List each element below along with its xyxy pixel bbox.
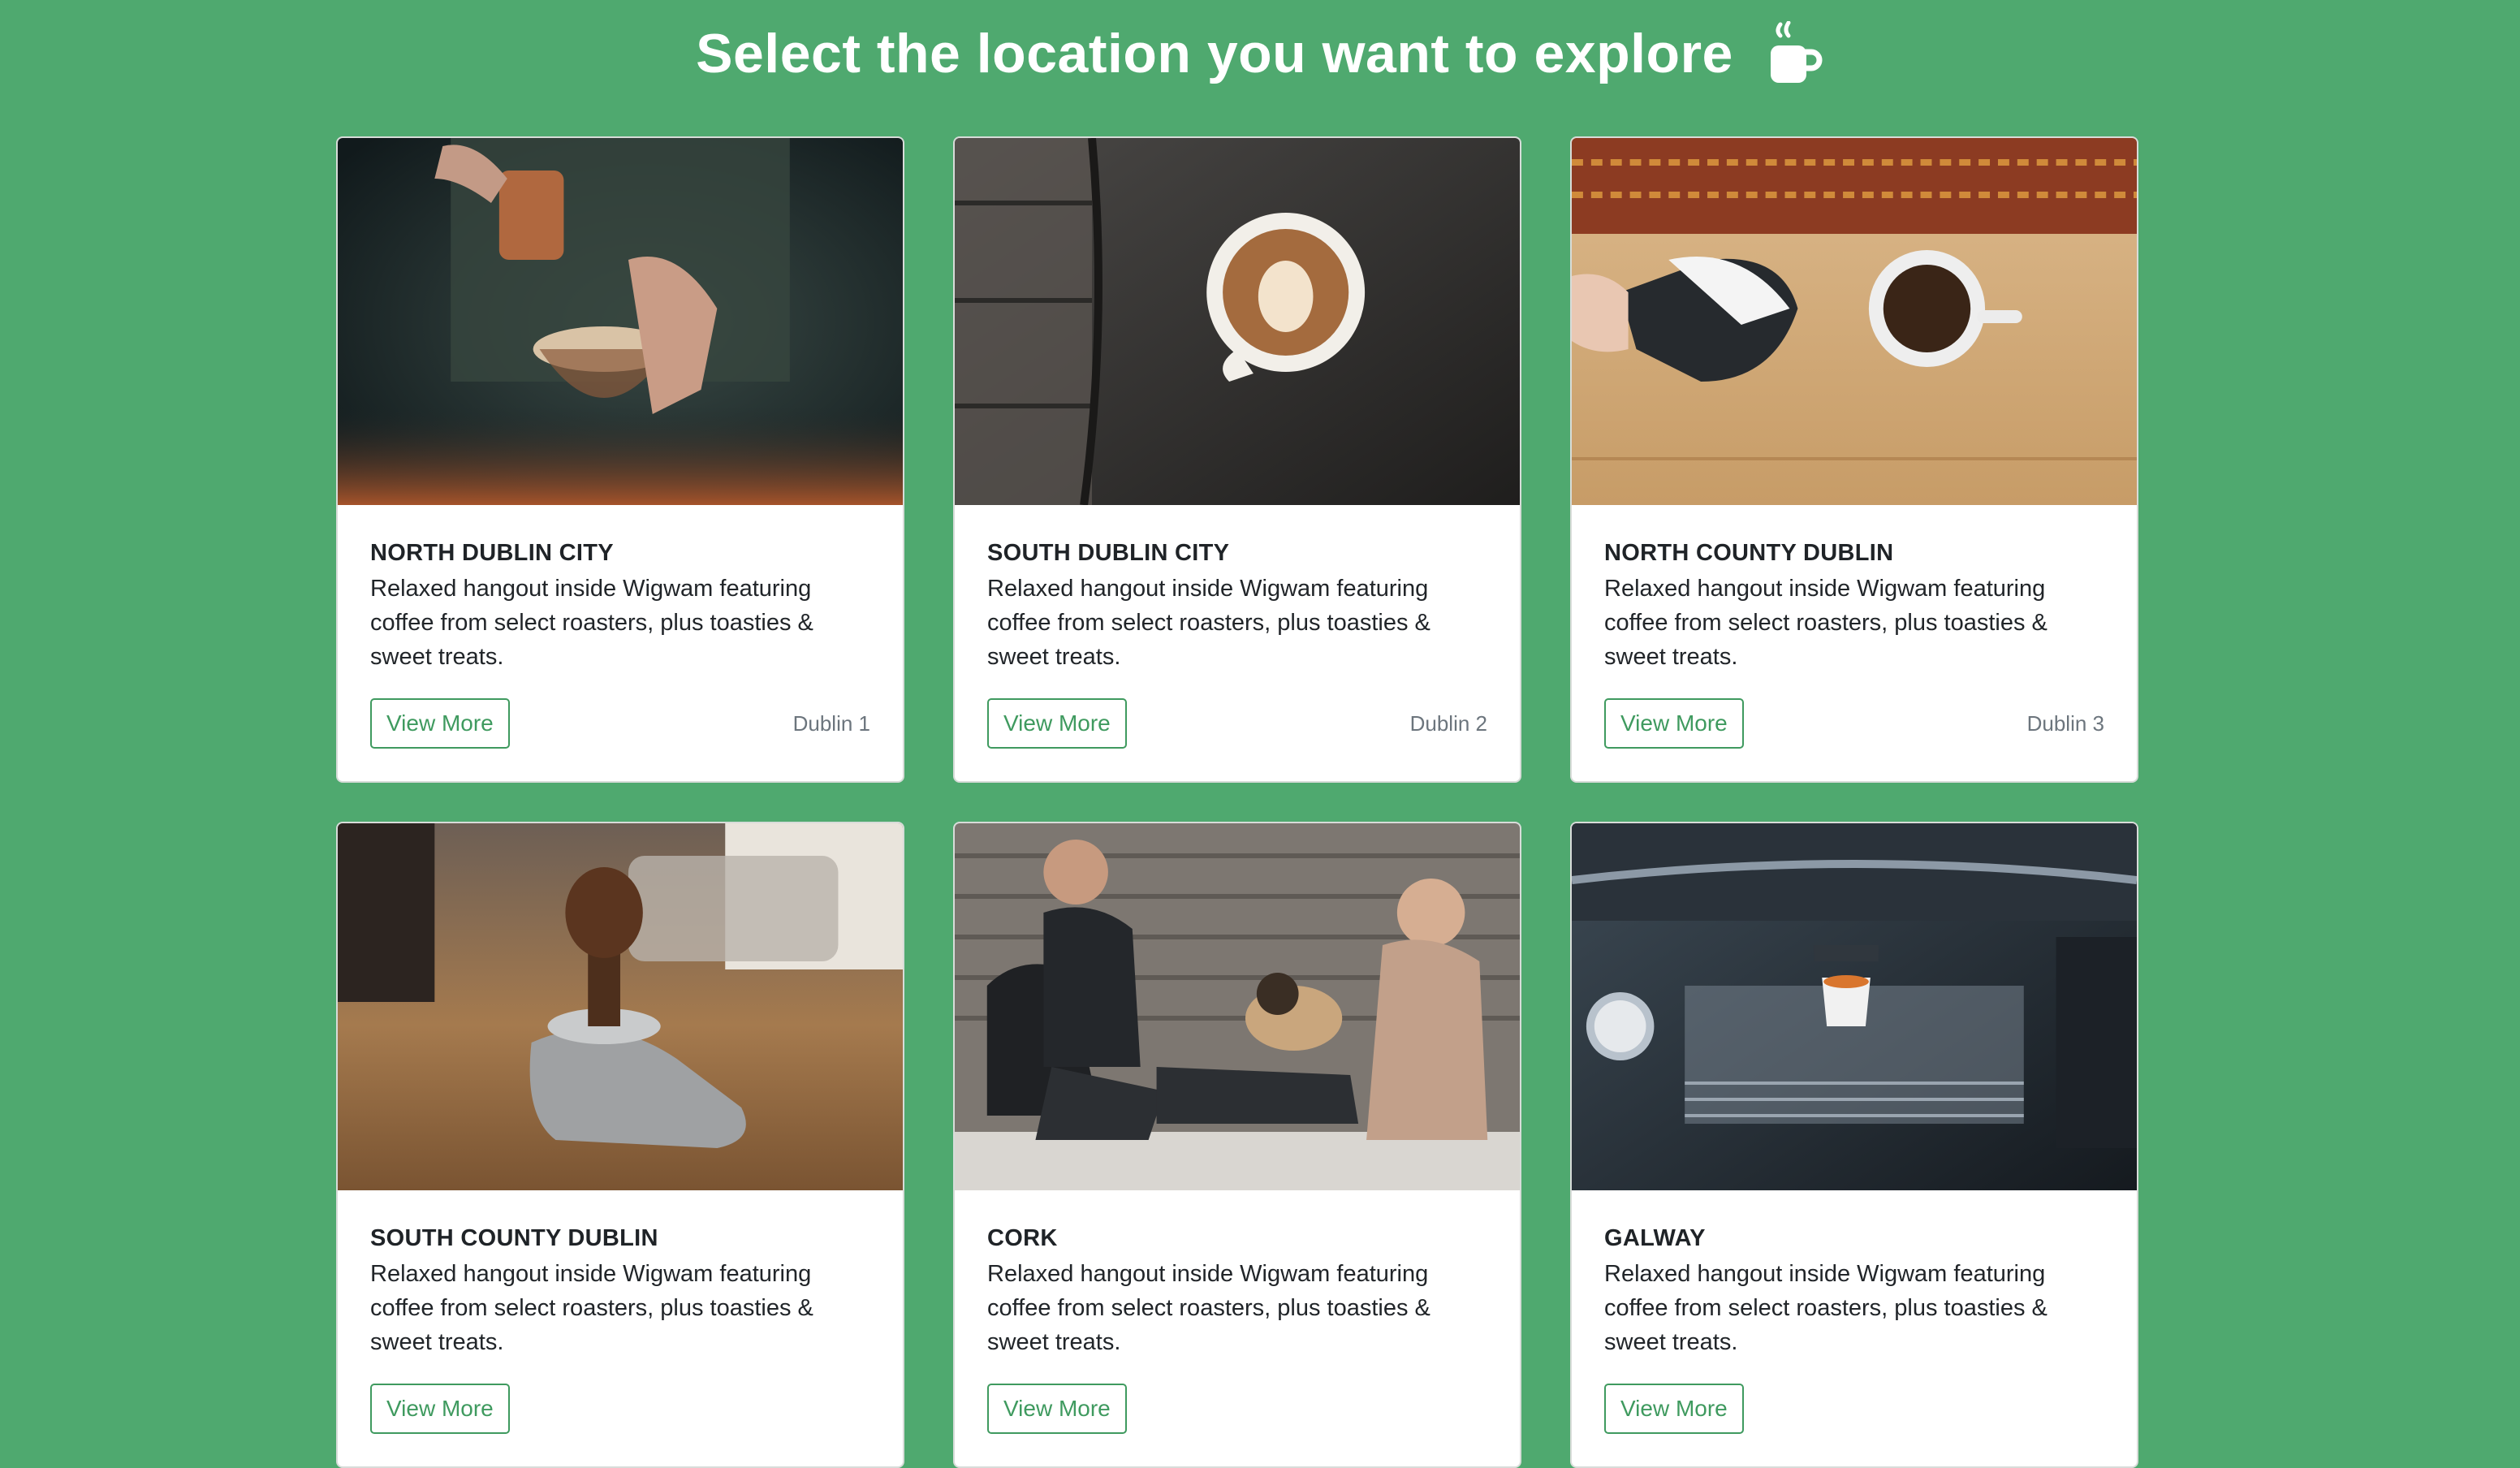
card-description: Relaxed hangout inside Wigwam featuring … [370, 1261, 813, 1355]
card-title: NORTH DUBLIN CITY [370, 540, 614, 566]
barista-pour-over-photo [338, 138, 903, 505]
latte-art-on-wood-photo [955, 138, 1520, 505]
view-more-button[interactable]: View More [987, 698, 1127, 749]
location-card-galway: GALWAY Relaxed hangout inside Wigwam fea… [1570, 822, 2138, 1468]
page-header: Select the location you want to explore [0, 15, 2520, 93]
location-grid: NORTH DUBLIN CITY Relaxed hangout inside… [336, 136, 2138, 1468]
card-description: Relaxed hangout inside Wigwam featuring … [987, 576, 1430, 670]
card-footer: View More Dublin 1 [370, 698, 870, 749]
postcode-label: Dublin 2 [1409, 710, 1487, 736]
coffee-tamper-photo [338, 823, 903, 1190]
location-card-north-county-dublin: NORTH COUNTY DUBLIN Relaxed hangout insi… [1570, 136, 2138, 783]
milk-pouring-photo [1572, 138, 2137, 505]
postcode-label: Dublin 1 [792, 710, 870, 736]
location-card-south-dublin-city: SOUTH DUBLIN CITY Relaxed hangout inside… [953, 136, 1521, 783]
card-footer: View More [1604, 1384, 2104, 1434]
card-footer: View More [370, 1384, 870, 1434]
card-title: GALWAY [1604, 1225, 1706, 1251]
card-footer: View More Dublin 2 [987, 698, 1487, 749]
card-title: NORTH COUNTY DUBLIN [1604, 540, 1894, 566]
card-title: SOUTH DUBLIN CITY [987, 540, 1230, 566]
page-title: Select the location you want to explore [696, 23, 1733, 84]
location-card-cork: CORK Relaxed hangout inside Wigwam featu… [953, 822, 1521, 1468]
postcode-label: Dublin 3 [2026, 710, 2104, 736]
view-more-button[interactable]: View More [1604, 698, 1744, 749]
card-description: Relaxed hangout inside Wigwam featuring … [1604, 1261, 2048, 1355]
card-description: Relaxed hangout inside Wigwam featuring … [1604, 576, 2048, 670]
view-more-button[interactable]: View More [987, 1384, 1127, 1434]
location-card-north-dublin-city: NORTH DUBLIN CITY Relaxed hangout inside… [336, 136, 904, 783]
card-footer: View More Dublin 3 [1604, 698, 2104, 749]
espresso-machine-photo [1572, 823, 2137, 1190]
coffee-cup-icon [1766, 20, 1824, 86]
view-more-button[interactable]: View More [1604, 1384, 1744, 1434]
card-title: SOUTH COUNTY DUBLIN [370, 1225, 658, 1251]
card-description: Relaxed hangout inside Wigwam featuring … [370, 576, 813, 670]
card-description: Relaxed hangout inside Wigwam featuring … [987, 1261, 1430, 1355]
couple-with-dog-photo [955, 823, 1520, 1190]
view-more-button[interactable]: View More [370, 1384, 510, 1434]
card-title: CORK [987, 1225, 1058, 1251]
card-footer: View More [987, 1384, 1487, 1434]
location-card-south-county-dublin: SOUTH COUNTY DUBLIN Relaxed hangout insi… [336, 822, 904, 1468]
view-more-button[interactable]: View More [370, 698, 510, 749]
